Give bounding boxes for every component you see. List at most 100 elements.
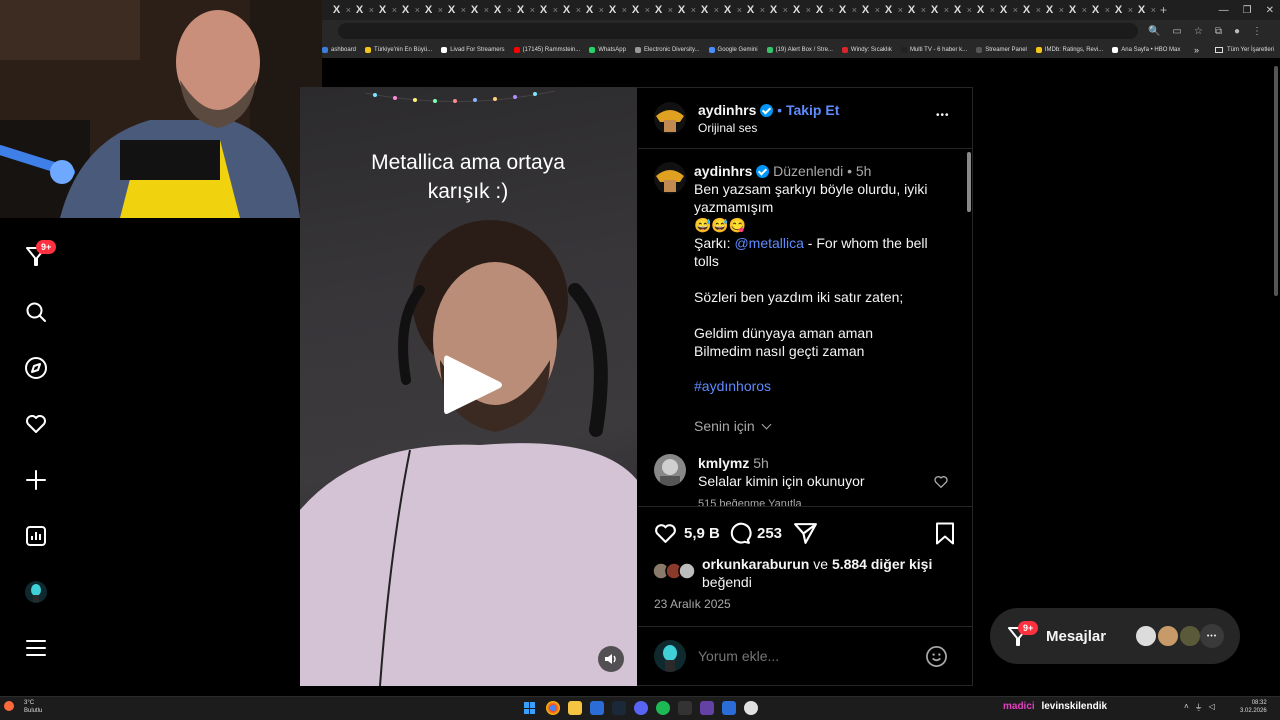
browser-tab[interactable]: X [880,0,903,20]
bookmark-item[interactable]: ashboard [322,47,356,53]
bookmark-item[interactable]: Windy: Sıcaklık [841,47,892,53]
discord-icon[interactable] [634,701,648,715]
extensions-icon[interactable]: ⧉ [1215,26,1222,37]
browser-tab[interactable]: X [673,0,696,20]
browser-tab[interactable]: X [765,0,788,20]
browser-tab[interactable]: X [903,0,926,20]
browser-tab[interactable]: X [650,0,673,20]
all-bookmarks-link[interactable]: Tüm Yer İşaretleri [1227,47,1274,53]
tray-chevron-icon[interactable]: ˄ [1184,702,1189,713]
browser-tab[interactable]: X [374,0,397,20]
liked-by-avatars[interactable] [652,562,699,580]
dashboard-nav[interactable] [22,522,50,550]
network-icon[interactable]: ⏚ [1195,702,1203,713]
chrome-taskbar-icon[interactable] [546,701,560,715]
share-icon[interactable] [793,521,818,546]
maximize-button[interactable]: ❐ [1243,5,1252,16]
browser-tab[interactable]: X [1064,0,1087,20]
browser-tab[interactable]: X [420,0,443,20]
hashtag-link[interactable]: #aydınhoros [694,377,950,395]
caption-username[interactable]: aydinhrs [694,163,752,179]
browser-tab[interactable]: X [742,0,765,20]
browser-tab[interactable]: X [1041,0,1064,20]
bookmark-item[interactable]: (19) Alert Box / Stre... [766,47,833,53]
save-icon[interactable] [933,521,957,546]
browser-tab[interactable]: X [489,0,512,20]
create-nav[interactable] [22,466,50,494]
bookmark-item[interactable]: (17145) Rammstein... [513,47,580,53]
comment-like-icon[interactable] [933,474,949,490]
bookmark-item[interactable]: Livad For Streamers [441,47,505,53]
mute-button[interactable] [598,646,624,672]
browser-tab[interactable]: X [627,0,650,20]
browser-tab[interactable]: X [535,0,558,20]
caption-avatar[interactable] [654,162,686,194]
add-comment-input[interactable] [698,646,918,666]
volume-icon[interactable]: ◁ [1209,702,1215,713]
author-avatar[interactable] [654,102,686,134]
browser-tab[interactable]: X [328,0,351,20]
audio-link[interactable]: Orijinal ses [698,121,757,135]
twitch-icon[interactable] [700,701,714,715]
browser-tab[interactable]: X [995,0,1018,20]
for-you-toggle[interactable]: Senin için [694,418,772,434]
new-tab-button[interactable]: + [1160,3,1167,17]
page-scrollbar[interactable] [1274,66,1278,296]
close-window-button[interactable]: ✕ [1266,5,1274,16]
browser-tab[interactable]: X [443,0,466,20]
app-taskbar-icon-4[interactable] [744,701,758,715]
activity-nav[interactable] [22,410,50,438]
browser-tab[interactable]: X [604,0,627,20]
browser-tab[interactable]: X [512,0,535,20]
bookmark-item[interactable]: Ana Sayfa • HBO Max [1112,47,1180,53]
browser-tab[interactable]: X [788,0,811,20]
browser-tab[interactable]: X [1133,0,1156,20]
profile-icon[interactable]: ● [1234,26,1240,37]
likes-count[interactable]: 5,9 B [684,525,720,542]
bookmark-item[interactable]: Electronic Diversity... [634,47,700,53]
explore-nav[interactable] [22,354,50,382]
browser-tab[interactable]: X [949,0,972,20]
bookmark-item[interactable]: WhatsApp [589,47,626,53]
file-explorer-icon[interactable] [568,701,582,715]
zoom-icon[interactable]: 🔍 [1148,26,1160,37]
browser-tab[interactable]: X [972,0,995,20]
minimize-button[interactable]: — [1219,5,1229,16]
bookmark-star-icon[interactable]: ☆ [1194,26,1203,37]
commenter-username[interactable]: kmlymz [698,455,749,471]
browser-tab[interactable]: X [1087,0,1110,20]
steam-icon[interactable] [612,701,626,715]
more-nav[interactable] [22,634,50,662]
bookmark-item[interactable]: Streamer Panel [976,47,1027,53]
browser-tab[interactable]: X [466,0,489,20]
clock[interactable]: 08:32 3.02.2026 [1240,699,1267,715]
comments-count[interactable]: 253 [757,525,782,542]
address-input[interactable] [338,23,1138,39]
emoji-icon[interactable] [925,645,948,668]
caption-scrollbar[interactable] [967,152,971,212]
comment-icon[interactable] [727,521,752,546]
app-taskbar-icon-2[interactable] [678,701,692,715]
search-nav[interactable] [22,298,50,326]
spotify-icon[interactable] [656,701,670,715]
profile-nav[interactable] [22,578,50,606]
app-taskbar-icon-1[interactable] [590,701,604,715]
bookmark-item[interactable]: Google Gemini [708,47,758,53]
bookmark-item[interactable]: IMDb: Ratings, Revi... [1035,47,1103,53]
bookmark-item[interactable]: Türkiye'nin En Büyü... [365,47,432,53]
browser-tab[interactable]: X [351,0,374,20]
browser-tab[interactable]: X [581,0,604,20]
play-icon[interactable] [440,350,506,420]
browser-tab[interactable]: X [857,0,880,20]
commenter-avatar[interactable] [654,454,686,486]
browser-tab[interactable]: X [558,0,581,20]
browser-tab[interactable]: X [1018,0,1041,20]
author-username[interactable]: aydinhrs [698,102,756,118]
cast-icon[interactable]: ▭ [1172,26,1181,37]
browser-tab[interactable]: X [696,0,719,20]
browser-tab[interactable]: X [834,0,857,20]
browser-tab[interactable]: X [397,0,420,20]
browser-menu-icon[interactable]: ⋮ [1252,26,1262,37]
messages-more-button[interactable]: ••• [1200,624,1224,648]
follow-button[interactable]: Takip Et [786,102,839,118]
